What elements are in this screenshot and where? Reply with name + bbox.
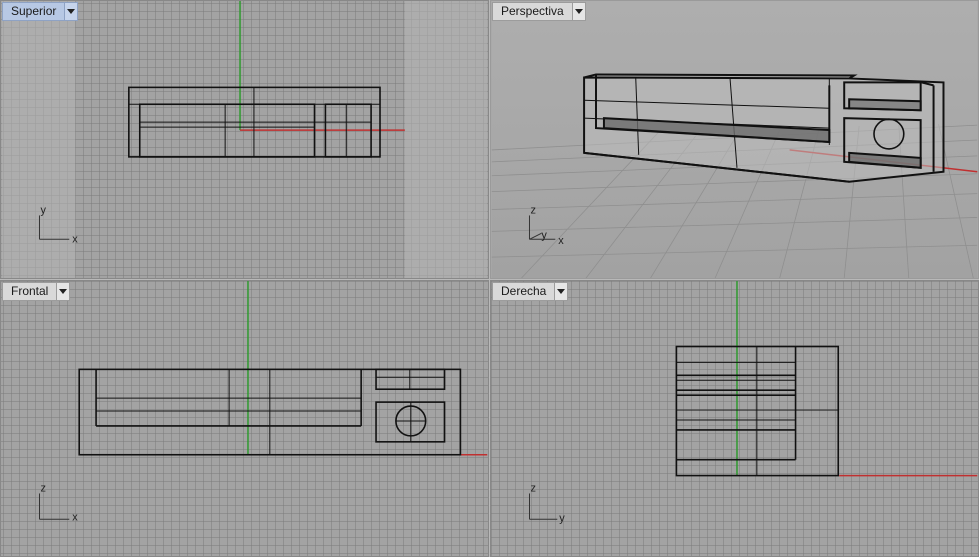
axis-label-z: z: [530, 482, 535, 494]
axis-label-x: x: [72, 511, 78, 523]
viewport-title-top[interactable]: Superior: [3, 3, 64, 20]
front-view-scene: x z: [38, 281, 488, 523]
viewport-top[interactable]: Superior x y: [0, 0, 489, 279]
rhino-workspace: Superior x y Perspectiva x y z Frontal x…: [0, 0, 979, 557]
axis-label-y: y: [40, 204, 46, 216]
right-view-scene: y z: [528, 281, 978, 524]
axis-triad-icon: [528, 493, 558, 520]
axis-label-y: y: [541, 229, 547, 241]
chevron-down-icon[interactable]: [571, 3, 585, 20]
axis-label-y: y: [559, 512, 565, 524]
perspective-scene: x y z: [491, 1, 978, 278]
viewport-perspective[interactable]: Perspectiva x y z: [490, 0, 979, 279]
chevron-down-icon[interactable]: [554, 283, 568, 300]
right-view-wireframe: [675, 345, 840, 477]
viewport-tab-top[interactable]: Superior: [2, 2, 79, 21]
axis-label-x: x: [558, 235, 564, 247]
viewport-tab-perspective[interactable]: Perspectiva: [492, 2, 586, 21]
axis-label-x: x: [72, 233, 78, 245]
axis-label-z: z: [40, 482, 45, 494]
chevron-down-icon[interactable]: [64, 3, 78, 20]
axis-triad-icon: [38, 493, 70, 520]
viewport-title-front[interactable]: Frontal: [3, 283, 56, 300]
top-view-wireframe: [128, 86, 381, 158]
axis-label-z: z: [530, 204, 535, 216]
viewport-tab-right[interactable]: Derecha: [492, 282, 569, 301]
top-view-scene: x y: [1, 1, 488, 278]
viewport-title-right[interactable]: Derecha: [493, 283, 554, 300]
chevron-down-icon[interactable]: [56, 283, 70, 300]
viewport-title-perspective[interactable]: Perspectiva: [493, 3, 572, 20]
viewport-front[interactable]: Frontal x z: [0, 280, 489, 557]
viewport-right[interactable]: Derecha y z: [490, 280, 979, 557]
front-view-wireframe: [78, 368, 462, 456]
viewport-tab-front[interactable]: Frontal: [2, 282, 71, 301]
